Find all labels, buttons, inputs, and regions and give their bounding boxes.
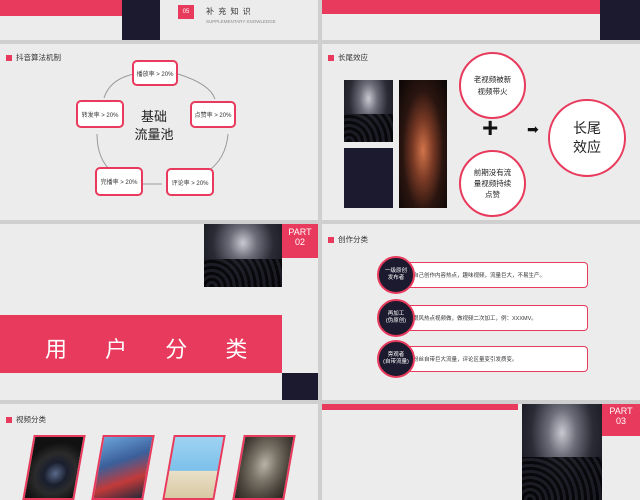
slide-long-tail[interactable]: 长尾效应 老视频被新 视频带火 前期没有流 量视频持续 点赞 + ➡ 长尾 效应	[322, 44, 640, 220]
node-share-rate: 转发率 > 20%	[76, 100, 124, 128]
section-title: 补 充 知 识	[206, 7, 252, 16]
category-bubble-reprocess: 再加工 (伪原创)	[377, 299, 415, 337]
old-video-circle: 老视频被新 视频带火	[459, 52, 526, 119]
arrow-right-icon: ➡	[527, 121, 539, 137]
category-bubble-observer: 旁观者 (自带流量)	[377, 340, 415, 378]
slide-blank-top-right[interactable]	[322, 0, 640, 40]
dark-block	[282, 373, 318, 400]
corner-dark-block	[122, 0, 160, 40]
slide-algorithm[interactable]: 抖音算法机制 播放率 > 20% 转发率 > 20% 点赞率 > 20% 完播率…	[0, 44, 318, 220]
slide-part-03[interactable]: PART 03	[322, 404, 640, 500]
part-label: PART	[288, 227, 312, 237]
node-like-rate: 点赞率 > 20%	[190, 101, 236, 128]
node-comment-rate: 评论率 > 20%	[166, 168, 214, 196]
category-bubble-original: 一级原创 发布者	[377, 256, 415, 294]
part-number: 03	[615, 416, 626, 426]
slide-supplementary[interactable]: 05 补 充 知 识 SUPPLEMENTARY KNOWLEDGE	[0, 0, 318, 40]
long-tail-circle: 长尾 效应	[548, 99, 626, 177]
part-badge: PART 03	[602, 404, 640, 436]
concert-photo	[344, 80, 393, 142]
top-dark-block	[600, 0, 640, 40]
slide-heading: 创作分类	[328, 234, 368, 245]
early-video-circle: 前期没有流 量视频持续 点赞	[459, 150, 526, 217]
node-complete-rate: 完播率 > 20%	[95, 167, 143, 196]
plus-icon: +	[482, 112, 499, 143]
concert-photo	[204, 224, 282, 287]
part-label: PART	[609, 406, 633, 416]
section-subtitle: SUPPLEMENTARY KNOWLEDGE	[206, 19, 276, 24]
section-number: 05	[178, 5, 194, 19]
banner-title: 用 户 分 类	[45, 337, 264, 362]
hands-photo	[399, 80, 447, 208]
dark-square	[344, 148, 393, 208]
top-red-bar	[322, 0, 600, 14]
slide-heading: 长尾效应	[328, 52, 368, 63]
node-play-rate: 播放率 > 20%	[132, 60, 178, 86]
slide-user-classification[interactable]: PART 02 用 户 分 类	[0, 224, 318, 400]
part-badge: PART 02	[282, 224, 318, 258]
slide-heading: 视频分类	[6, 414, 46, 425]
concert-photo	[522, 404, 602, 500]
corner-red-block	[0, 0, 122, 16]
center-label: 基础 流量池	[134, 109, 174, 142]
top-red-bar	[322, 404, 518, 410]
part-number: 02	[294, 237, 305, 247]
